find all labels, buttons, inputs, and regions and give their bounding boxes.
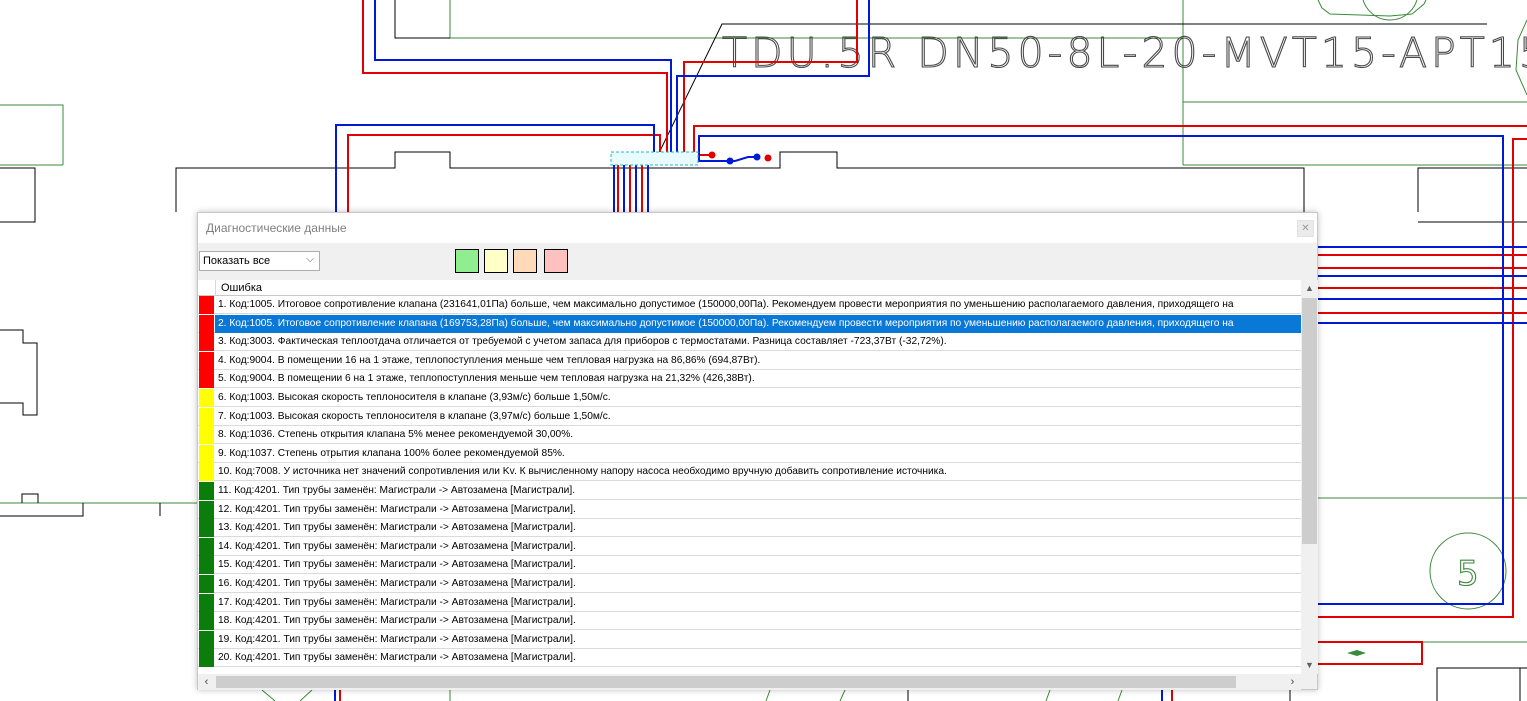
- table-row[interactable]: 11. Код:4201. Тип трубы заменён: Магистр…: [198, 482, 1301, 500]
- table-row[interactable]: 4. Код:9004. В помещении 16 на 1 этаже, …: [198, 351, 1301, 370]
- row-message: 20. Код:4201. Тип трубы заменён: Магистр…: [218, 652, 576, 664]
- chevron-down-icon: ⌵: [306, 254, 314, 265]
- scroll-up-icon[interactable]: ▲: [1301, 280, 1318, 297]
- row-message: 3. Код:3003. Фактическая теплоотдача отл…: [218, 336, 947, 348]
- room-marker-circle: [1362, 0, 1418, 21]
- table-row[interactable]: 8. Код:1036. Степень открытия клапана 5%…: [198, 426, 1301, 445]
- grid-corner-cell: [198, 280, 216, 296]
- table-row[interactable]: 17. Код:4201. Тип трубы заменён: Магистр…: [198, 593, 1301, 612]
- severity-indicator: [199, 556, 214, 575]
- row-message: 10. Код:7008. У источника нет значений с…: [218, 466, 947, 478]
- row-message: 14. Код:4201. Тип трубы заменён: Магистр…: [218, 540, 576, 552]
- green-marker-symbol: [1347, 650, 1366, 656]
- dialog-toolbar: Показать все ⌵: [198, 243, 1317, 279]
- close-icon[interactable]: ✕: [1297, 220, 1314, 237]
- grid-header: Ошибка: [198, 280, 1301, 296]
- row-message: 7. Код:1003. Высокая скорость теплоносит…: [218, 410, 611, 422]
- severity-indicator: [199, 575, 214, 593]
- filter-dropdown[interactable]: Показать все ⌵: [199, 251, 320, 271]
- table-row[interactable]: 14. Код:4201. Тип трубы заменён: Магистр…: [198, 537, 1301, 556]
- severity-indicator: [199, 630, 214, 649]
- severity-filter-warning[interactable]: [484, 249, 508, 273]
- supply-node: [764, 154, 772, 162]
- dialog-titlebar[interactable]: Диагностические данные ✕: [198, 213, 1317, 243]
- valve-block[interactable]: [610, 151, 699, 166]
- row-message: 16. Код:4201. Тип трубы заменён: Магистр…: [218, 578, 576, 589]
- row-message: 4. Код:9004. В помещении 16 на 1 этаже, …: [218, 354, 761, 366]
- severity-indicator: [199, 482, 214, 500]
- table-row[interactable]: 2. Код:1005. Итоговое сопротивление клап…: [198, 314, 1301, 333]
- row-message: 13. Код:4201. Тип трубы заменён: Магистр…: [218, 522, 576, 534]
- scroll-down-icon[interactable]: ▼: [1301, 657, 1318, 674]
- vertical-scroll-thumb[interactable]: [1302, 298, 1317, 544]
- severity-indicator: [199, 351, 214, 370]
- severity-filter-info[interactable]: [513, 249, 537, 273]
- severity-indicator: [199, 593, 214, 612]
- filter-selected-value: Показать все: [203, 255, 271, 267]
- row-message: 12. Код:4201. Тип трубы заменён: Магистр…: [218, 503, 576, 515]
- horizontal-scrollbar[interactable]: ‹ ›: [198, 674, 1301, 690]
- severity-filter-ok[interactable]: [455, 249, 479, 273]
- severity-indicator: [199, 370, 214, 389]
- row-message: 9. Код:1037. Степень отрытия клапана 100…: [218, 447, 565, 459]
- table-row[interactable]: 3. Код:3003. Фактическая теплоотдача отл…: [198, 333, 1301, 352]
- return-node: [753, 153, 761, 161]
- row-message: 11. Код:4201. Тип трубы заменён: Магистр…: [218, 485, 576, 496]
- row-message: 1. Код:1005. Итоговое сопротивление клап…: [218, 299, 1234, 310]
- severity-indicator: [199, 333, 214, 352]
- column-header-error[interactable]: Ошибка: [221, 282, 262, 294]
- scroll-right-icon[interactable]: ›: [1284, 674, 1301, 690]
- severity-indicator: [199, 649, 214, 668]
- severity-filter-error[interactable]: [544, 249, 568, 273]
- table-row[interactable]: 16. Код:4201. Тип трубы заменён: Магистр…: [198, 575, 1301, 593]
- horizontal-scroll-thumb[interactable]: [216, 676, 1236, 688]
- severity-indicator: [199, 612, 214, 631]
- dialog-title: Диагностические данные: [206, 221, 347, 235]
- severity-indicator: [199, 389, 214, 407]
- severity-indicator: [199, 500, 214, 519]
- severity-indicator: [199, 314, 214, 333]
- table-row[interactable]: 18. Код:4201. Тип трубы заменён: Магистр…: [198, 612, 1301, 631]
- table-row[interactable]: 15. Код:4201. Тип трубы заменён: Магистр…: [198, 556, 1301, 575]
- table-row[interactable]: 19. Код:4201. Тип трубы заменён: Магистр…: [198, 630, 1301, 649]
- severity-indicator: [199, 463, 214, 482]
- table-row[interactable]: 13. Код:4201. Тип трубы заменён: Магистр…: [198, 519, 1301, 538]
- room-number-label: 5: [1457, 554, 1479, 594]
- supply-node: [708, 151, 716, 159]
- severity-indicator: [199, 296, 214, 314]
- row-message: 15. Код:4201. Тип трубы заменён: Магистр…: [218, 559, 576, 571]
- diagnostics-dialog[interactable]: Диагностические данные ✕ Показать все ⌵ …: [197, 212, 1318, 690]
- table-row[interactable]: 5. Код:9004. В помещении 6 на 1 этаже, т…: [198, 370, 1301, 389]
- row-message: 8. Код:1036. Степень открытия клапана 5%…: [218, 429, 574, 441]
- valve-label: TDU.5R DN50-8L-20-MVT15-APT15-MVT15: [722, 29, 1527, 77]
- table-row[interactable]: 12. Код:4201. Тип трубы заменён: Магистр…: [198, 500, 1301, 519]
- severity-indicator: [199, 537, 214, 556]
- return-node: [726, 157, 734, 165]
- table-row[interactable]: 6. Код:1003. Высокая скорость теплоносит…: [198, 389, 1301, 407]
- row-message: 17. Код:4201. Тип трубы заменён: Магистр…: [218, 596, 576, 608]
- table-row[interactable]: 1. Код:1005. Итоговое сопротивление клап…: [198, 296, 1301, 314]
- row-message: 19. Код:4201. Тип трубы заменён: Магистр…: [218, 633, 576, 645]
- table-row[interactable]: 9. Код:1037. Степень отрытия клапана 100…: [198, 444, 1301, 463]
- scroll-left-icon[interactable]: ‹: [198, 674, 215, 690]
- row-message: 2. Код:1005. Итоговое сопротивление клап…: [218, 317, 1234, 329]
- table-row[interactable]: 7. Код:1003. Высокая скорость теплоносит…: [198, 407, 1301, 426]
- severity-indicator: [199, 444, 214, 463]
- row-message: 18. Код:4201. Тип трубы заменён: Магистр…: [218, 615, 576, 627]
- vertical-scrollbar[interactable]: ▲ ▼: [1301, 280, 1318, 674]
- row-message: 5. Код:9004. В помещении 6 на 1 этаже, т…: [218, 373, 755, 385]
- severity-indicator: [199, 426, 214, 445]
- severity-indicator: [199, 519, 214, 538]
- table-row[interactable]: 10. Код:7008. У источника нет значений с…: [198, 463, 1301, 482]
- row-message: 6. Код:1003. Высокая скорость теплоносит…: [218, 392, 611, 403]
- diagnostics-grid[interactable]: Ошибка 1. Код:1005. Итоговое сопротивлен…: [198, 280, 1318, 674]
- severity-indicator: [199, 407, 214, 426]
- table-row[interactable]: 20. Код:4201. Тип трубы заменён: Магистр…: [198, 649, 1301, 668]
